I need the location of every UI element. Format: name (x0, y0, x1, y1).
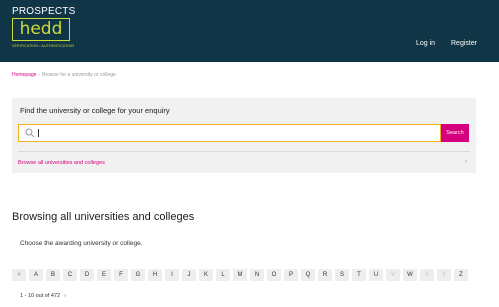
logo-product: hedd (12, 18, 70, 41)
alphabet-letter-e[interactable]: E (97, 269, 111, 281)
alphabet-letter-p[interactable]: P (284, 269, 298, 281)
register-link[interactable]: Register (451, 40, 477, 47)
alphabet-letter-y: Y (437, 269, 451, 281)
alphabet-letter-m[interactable]: M (233, 269, 247, 281)
alphabet-letter-k[interactable]: K (199, 269, 213, 281)
login-link[interactable]: Log in (416, 40, 435, 47)
alphabet-letter-q[interactable]: Q (301, 269, 315, 281)
alphabet-letter-z[interactable]: Z (454, 269, 468, 281)
breadcrumb: Homepage › Browse for a university or coll… (12, 72, 116, 78)
prospects-hedd-logo[interactable]: PROSPECTS hedd VERIFICATION • AUTHENTICA… (12, 6, 76, 56)
breadcrumb-current: Browse for a university or college (42, 72, 116, 78)
breadcrumb-home-link[interactable]: Homepage (12, 72, 36, 78)
page-title: Browsing all universities and colleges (12, 211, 195, 223)
search-panel: Find the university or college for your … (12, 98, 476, 173)
text-cursor (38, 129, 39, 137)
pagination-text: 1 - 10 out of 472 (20, 293, 61, 299)
alphabet-letter-n[interactable]: N (250, 269, 264, 281)
alphabet-letter-o[interactable]: O (267, 269, 281, 281)
alphabet-letter-f[interactable]: F (114, 269, 128, 281)
alphabet-letter-h[interactable]: H (148, 269, 162, 281)
search-icon (25, 128, 35, 138)
logo-tagline: VERIFICATION • AUTHENTICATION (12, 44, 75, 48)
browse-all-link[interactable]: Browse all universities and colleges (18, 160, 105, 166)
alphabet-letter-b[interactable]: B (46, 269, 60, 281)
panel-divider (18, 151, 470, 152)
alphabet-letter-j[interactable]: J (182, 269, 196, 281)
pagination: 1 - 10 out of 472 › (20, 293, 66, 299)
search-button[interactable]: Search (441, 124, 469, 142)
alphabet-letter-s[interactable]: S (335, 269, 349, 281)
alphabet-letter-a[interactable]: A (29, 269, 43, 281)
search-box[interactable] (18, 124, 441, 142)
alphabet-letter-r[interactable]: R (318, 269, 332, 281)
breadcrumb-separator: › (38, 72, 41, 78)
site-header: PROSPECTS hedd VERIFICATION • AUTHENTICA… (0, 0, 499, 62)
alphabet-letter-t[interactable]: T (352, 269, 366, 281)
alphabet-letter-l[interactable]: L (216, 269, 230, 281)
alphabet-letter-c[interactable]: C (63, 269, 77, 281)
alphabet-letter-i[interactable]: I (165, 269, 179, 281)
logo-brand: PROSPECTS (12, 6, 76, 17)
page-subtitle: Choose the awarding university or colleg… (20, 240, 143, 247)
alphabet-letter-x: X (420, 269, 434, 281)
search-panel-title: Find the university or college for your … (20, 106, 170, 115)
alphabet-letter-hash[interactable]: # (12, 269, 26, 281)
next-page-chevron-icon[interactable]: › (64, 293, 66, 299)
alphabet-letter-v: V (386, 269, 400, 281)
alphabet-letter-w[interactable]: W (403, 269, 417, 281)
chevron-right-icon: › (465, 159, 467, 165)
alphabet-letter-g[interactable]: G (131, 269, 145, 281)
search-input[interactable] (41, 126, 431, 140)
alphabet-letter-d[interactable]: D (80, 269, 94, 281)
alphabet-letter-u[interactable]: U (369, 269, 383, 281)
